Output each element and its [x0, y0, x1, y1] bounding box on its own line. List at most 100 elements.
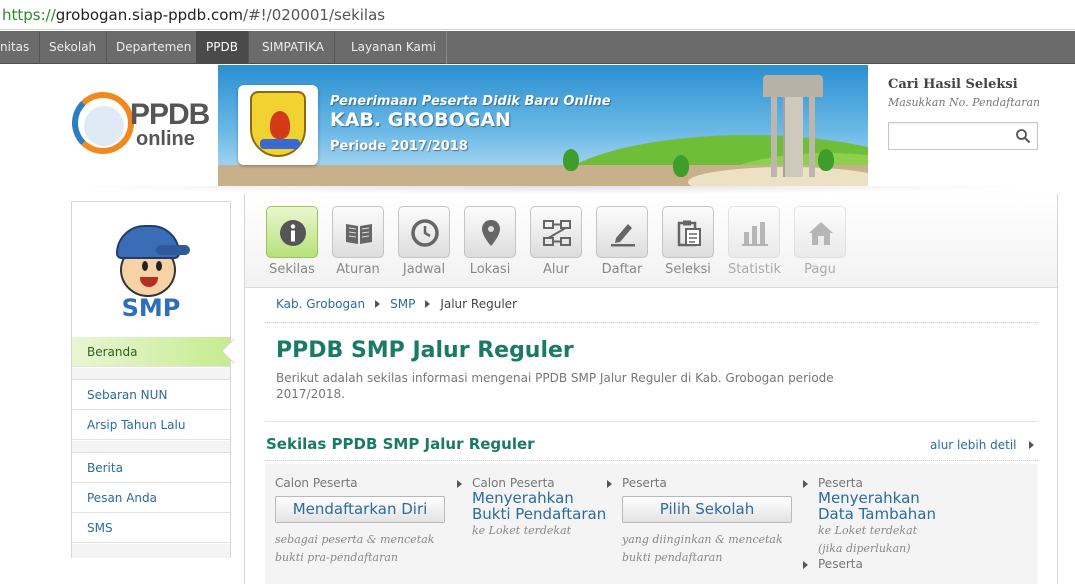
tab-sekilas[interactable]: Sekilas [266, 206, 318, 277]
detail-flow-label: alur lebih detil [930, 438, 1017, 452]
tab-label: Sekilas [269, 262, 315, 277]
header-shadow [56, 186, 1046, 194]
page-description: Berikut adalah sekilas informasi mengena… [276, 371, 834, 401]
logo-ppdb-text: PPDB [130, 98, 210, 131]
sidebar-item-sms[interactable]: SMS [72, 513, 230, 543]
step-note: (jika diperlukan) [818, 542, 911, 555]
tab-label: Daftar [601, 262, 643, 277]
tab-pagu[interactable]: Pagu [794, 206, 846, 277]
step-caption: Peserta [622, 476, 667, 490]
home-icon [809, 222, 833, 245]
topnav-item-sekolah[interactable]: Sekolah [39, 31, 108, 64]
step-choose-school: Peserta Pilih Sekolah yang diinginkan & … [622, 476, 802, 567]
bar-chart-icon [742, 222, 768, 246]
step-note: bukti pendaftaran [622, 551, 723, 564]
chevron-right-icon [1028, 441, 1034, 449]
step-arrow-icon [607, 480, 612, 488]
tab-alur[interactable]: Alur [530, 206, 582, 277]
sidebar-item-arsip[interactable]: Arsip Tahun Lalu [72, 410, 230, 440]
search-icon[interactable] [1015, 128, 1031, 144]
topnav-item-departemen[interactable]: Departemen [106, 31, 203, 64]
icon-navigation: Sekilas Aturan Jadwal Lokasi Alur Daftar… [245, 194, 1057, 288]
url-path: /#!/020001/sekilas [243, 6, 386, 24]
book-icon [346, 224, 372, 244]
flow-icon [543, 220, 571, 246]
header-banner: Penerimaan Peserta Didik Baru Online KAB… [218, 65, 868, 186]
step-register: Calon Peserta Mendaftarkan Diri sebagai … [275, 476, 455, 567]
address-bar[interactable]: https://grobogan.siap-ppdb.com/#!/020001… [0, 0, 1075, 30]
url-host: grobogan.siap-ppdb.com [55, 6, 244, 24]
divider [265, 322, 1038, 323]
tab-label: Aturan [336, 262, 380, 277]
banner-tree [673, 155, 689, 177]
step-note: sebagai peserta & mencetak [275, 533, 435, 546]
step-caption: Calon Peserta [275, 476, 358, 490]
breadcrumb-item[interactable]: Kab. Grobogan [276, 297, 365, 311]
step-note: bukti pra-pendaftaran [275, 551, 398, 564]
sidebar-item-beranda[interactable]: Beranda [72, 337, 230, 367]
logo-kids-icon [84, 106, 124, 146]
breadcrumb: Kab. Grobogan SMP Jalur Reguler [276, 297, 517, 311]
process-steps: Calon Peserta Mendaftarkan Diri sebagai … [265, 464, 1038, 584]
top-navigation: nitas Sekolah Departemen PPDB SIMPATIKA … [0, 31, 1075, 64]
step-title: Data Tambahan [818, 505, 936, 523]
tab-daftar[interactable]: Daftar [596, 206, 648, 277]
topnav-item-ppdb[interactable]: PPDB [196, 31, 249, 64]
search-field[interactable] [888, 122, 1038, 150]
tab-seleksi[interactable]: Seleksi [662, 206, 714, 277]
school-level-label: SMP [121, 294, 181, 322]
tab-statistik[interactable]: Statistik [728, 206, 781, 277]
chevron-right-icon [425, 300, 431, 308]
sidebar-divider [72, 368, 230, 380]
detail-flow-link[interactable]: alur lebih detil [930, 438, 1034, 452]
tab-lokasi[interactable]: Lokasi [464, 206, 516, 277]
sidebar-item-pesan-anda[interactable]: Pesan Anda [72, 483, 230, 513]
breadcrumb-current: Jalur Reguler [440, 297, 517, 311]
step-arrow-icon [457, 480, 462, 488]
step-caption: Peserta [818, 557, 863, 571]
tab-label: Alur [542, 262, 570, 277]
search-title: Cari Hasil Seleksi [888, 77, 1018, 92]
sidebar-divider [72, 544, 230, 558]
step-note: ke Loket terdekat [818, 524, 918, 537]
tab-label: Pagu [804, 262, 836, 277]
topnav-item-simpatika[interactable]: SIMPATIKA [252, 31, 335, 64]
banner-title: KAB. GROBOGAN [330, 109, 511, 131]
chevron-right-icon [375, 300, 381, 308]
search-input[interactable] [889, 123, 1009, 149]
step-caption: Peserta [818, 476, 863, 490]
topnav-item-komunitas[interactable]: nitas [0, 31, 41, 64]
tab-label: Lokasi [469, 262, 511, 277]
banner-subtitle: Penerimaan Peserta Didik Baru Online [330, 94, 611, 109]
register-button[interactable]: Mendaftarkan Diri [275, 496, 445, 523]
tower-monument [763, 75, 823, 177]
choose-school-button[interactable]: Pilih Sekolah [622, 496, 792, 523]
banner-period: Periode 2017/2018 [330, 139, 468, 154]
sidebar-item-berita[interactable]: Berita [72, 453, 230, 483]
tab-label: Seleksi [665, 262, 711, 277]
clipboard-icon [677, 220, 701, 247]
map-pin-icon [482, 220, 500, 246]
topnav-item-layanan-kami[interactable]: Layanan Kami [341, 31, 447, 64]
sidebar-divider [72, 441, 230, 453]
search-hint: Masukkan No. Pendaftaran [888, 96, 1041, 109]
step-submit-data: Peserta Menyerahkan Data Tambahan ke Lok… [818, 476, 998, 558]
step-title: Menyerahkan [818, 489, 920, 507]
tab-aturan[interactable]: Aturan [332, 206, 384, 277]
ppdb-online-logo[interactable]: PPDB online [70, 88, 210, 163]
sidebar-item-sebaran-nun[interactable]: Sebaran NUN [72, 380, 230, 410]
step-arrow-icon [803, 480, 808, 488]
divider [265, 460, 1038, 461]
tab-jadwal[interactable]: Jadwal [398, 206, 450, 277]
url-scheme: https:// [2, 6, 56, 24]
step-arrow-icon [803, 561, 808, 569]
banner-tree [563, 149, 579, 171]
tab-label: Jadwal [402, 262, 446, 277]
step-note: yang diinginkan & mencetak [622, 533, 783, 546]
sidebar: SMP Beranda Sebaran NUN Arsip Tahun Lalu… [71, 201, 231, 558]
breadcrumb-item[interactable]: SMP [390, 297, 415, 311]
section-title: Sekilas PPDB SMP Jalur Reguler [266, 435, 535, 453]
mascot-icon [112, 217, 192, 297]
page-title: PPDB SMP Jalur Reguler [276, 338, 574, 363]
main-panel: Sekilas Aturan Jadwal Lokasi Alur Daftar… [244, 194, 1058, 584]
